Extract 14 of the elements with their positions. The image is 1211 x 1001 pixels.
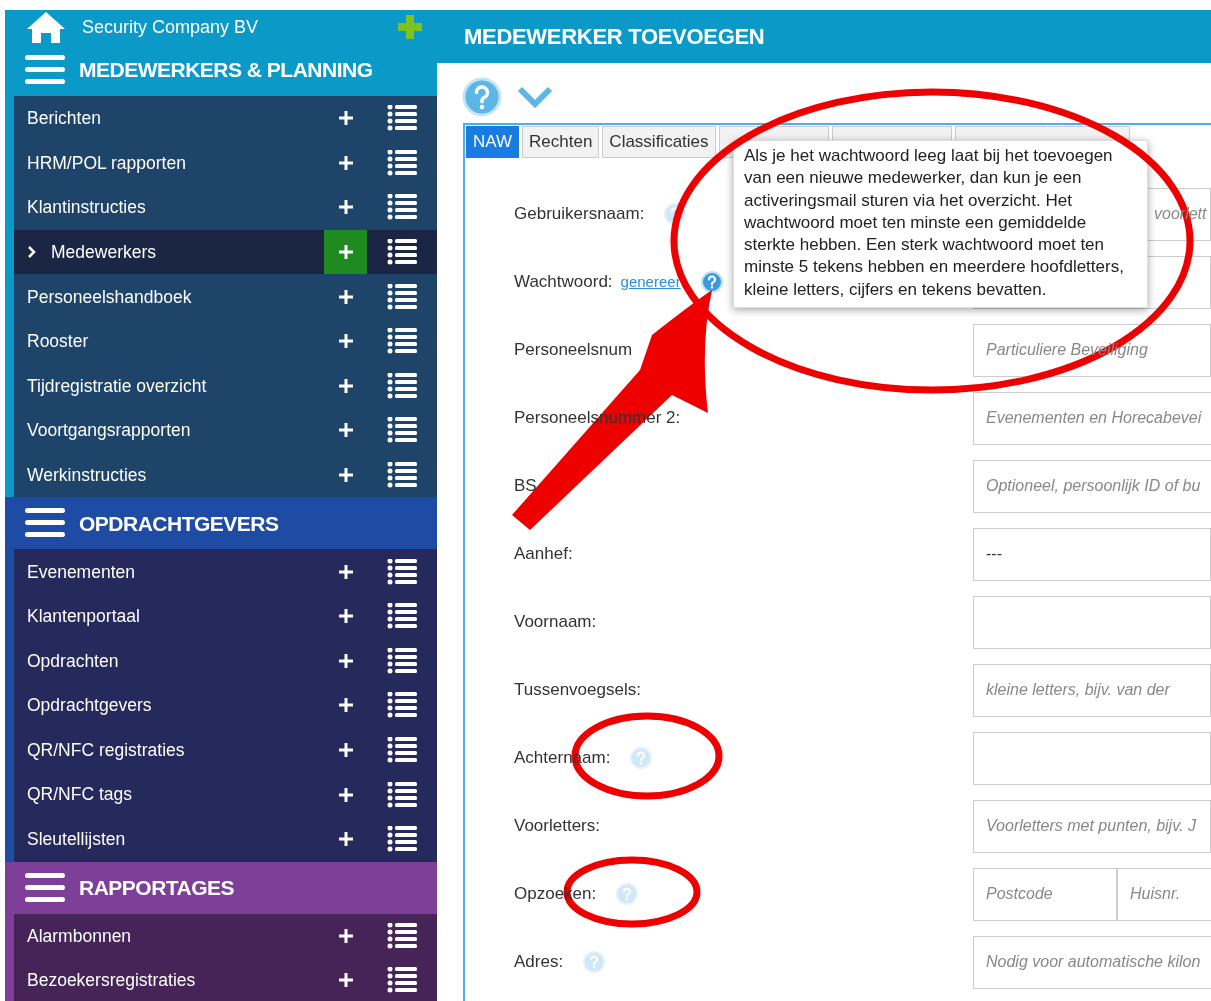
field-label: Voornaam: — [514, 611, 597, 634]
field-label: Tussenvoegsels: — [514, 679, 641, 702]
field-label: Adres: — [514, 951, 564, 974]
tooltip: Als je het wachtwoord leeg laat bij het toevoegen van een nieuwe medewerker, dan kun je een activeringsmail sturen via het overzicht. Het wachtwoord moet ten minste een gemiddelde sterkte hebben. Een sterk wachtwoord moet ten minste 5 tekens hebben en meerdere hoofdletters, kleine letters, cijfers en tekens bevatten. — [733, 140, 1148, 309]
field-label: Wachtwoord: — [514, 271, 613, 294]
field-label: Personeelsnum — [514, 339, 633, 362]
field-label: BS — [514, 475, 537, 498]
section-title: RAPPORTAGES — [79, 874, 235, 901]
field-label: Voorletters: — [514, 815, 600, 838]
page-title: MEDEWERKER TOEVOEGEN — [464, 23, 765, 51]
field-label: Aanhef: — [514, 543, 573, 566]
section-title: MEDEWERKERS & PLANNING — [79, 57, 373, 84]
field-label: Gebruikersnaam: — [514, 203, 645, 226]
section-title: OPDRACHTGEVERS — [79, 510, 279, 537]
